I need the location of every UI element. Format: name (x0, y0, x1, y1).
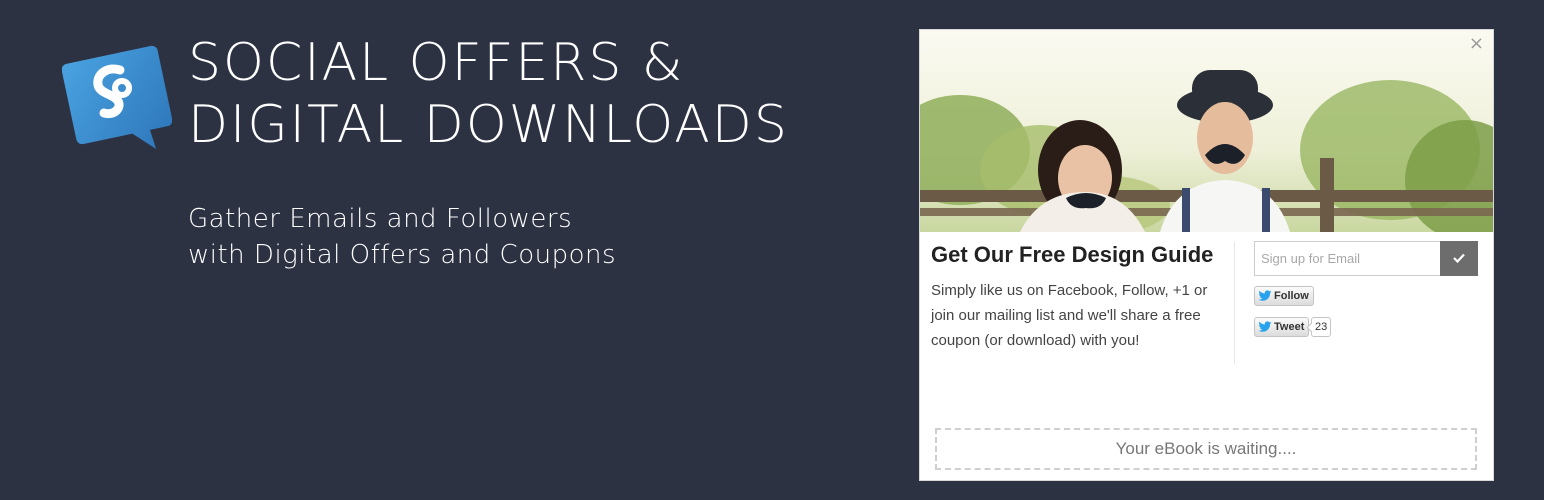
offer-popup: × Get Our Free Design Guide Simply like … (919, 29, 1494, 481)
email-signup-form (1254, 241, 1478, 276)
twitter-bird-icon (1258, 290, 1272, 302)
email-submit-button[interactable] (1440, 241, 1478, 276)
offer-text: Get Our Free Design Guide Simply like us… (931, 242, 1231, 353)
offer-title: Get Our Free Design Guide (931, 242, 1214, 267)
subtitle-line-1: Gather Emails and Followers (188, 204, 573, 234)
close-icon[interactable]: × (1469, 34, 1484, 54)
headline-line-1: SOCIAL OFFERS & (188, 33, 685, 93)
tweet-count-badge: 23 (1311, 317, 1332, 337)
email-field[interactable] (1254, 241, 1440, 276)
page-title: SOCIAL OFFERS & DIGITAL DOWNLOADS (188, 32, 888, 156)
brand-logo-icon (61, 40, 173, 155)
offer-description: Simply like us on Facebook, Follow, +1 o… (931, 282, 1208, 349)
subtitle-line-2: with Digital Offers and Coupons (188, 240, 617, 270)
page-subtitle: Gather Emails and Followers with Digital… (188, 201, 616, 273)
twitter-bird-icon (1258, 321, 1272, 333)
twitter-tweet-button[interactable]: Tweet (1254, 317, 1310, 337)
follow-label: Follow (1274, 290, 1309, 302)
twitter-follow-button[interactable]: Follow (1254, 286, 1314, 306)
headline-line-2: DIGITAL DOWNLOADS (188, 95, 789, 155)
tweet-label: Tweet (1274, 321, 1305, 333)
hero-photo (920, 30, 1493, 232)
check-icon (1453, 251, 1465, 266)
column-divider (1234, 242, 1235, 364)
ebook-waiting-box[interactable]: Your eBook is waiting.... (935, 428, 1477, 470)
